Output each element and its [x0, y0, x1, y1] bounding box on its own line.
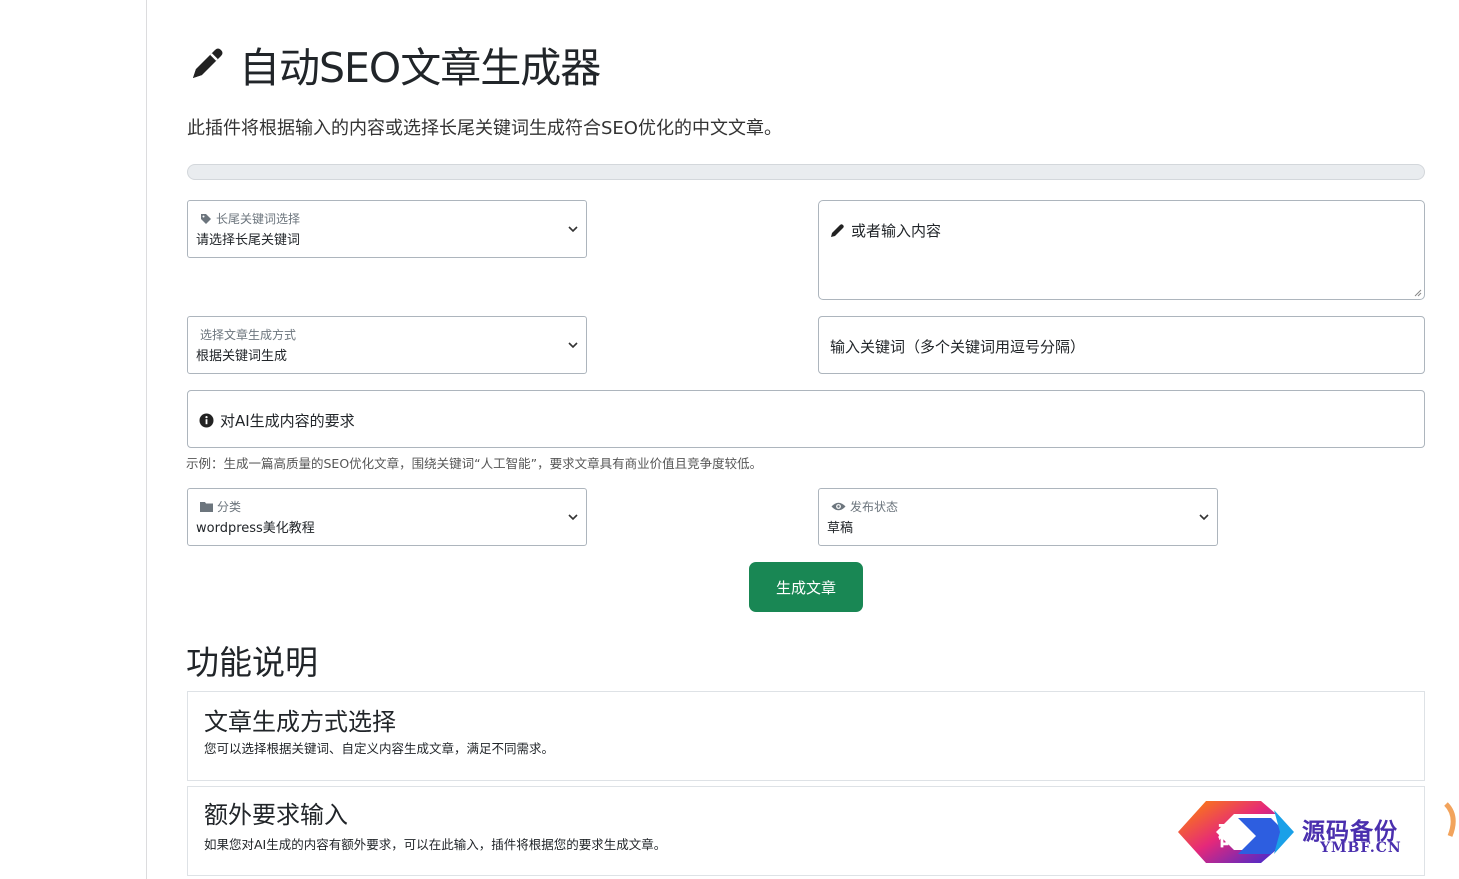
generation-method-value: 根据关键词生成	[196, 349, 288, 364]
plugin-description: 此插件将根据输入的内容或选择长尾关键词生成符合SEO优化的中文文章。	[187, 118, 782, 139]
folder-icon	[200, 502, 213, 512]
ai-requirements-input[interactable]: 对AI生成内容的要求	[187, 390, 1425, 448]
info-circle-icon	[199, 413, 214, 428]
publish-status-label: 发布状态	[850, 500, 899, 514]
generation-method-label: 选择文章生成方式	[200, 328, 297, 342]
ai-requirements-placeholder-wrap: 对AI生成内容的要求	[199, 410, 355, 431]
chevron-down-icon	[1199, 514, 1209, 521]
keywords-placeholder: 输入关键词（多个关键词用逗号分隔）	[830, 338, 1086, 356]
resize-handle-icon[interactable]	[1414, 289, 1422, 297]
eye-icon	[831, 502, 846, 511]
page-title: 自动SEO文章生成器	[187, 34, 601, 94]
keywords-input[interactable]: 输入关键词（多个关键词用逗号分隔）	[818, 316, 1425, 374]
content-textarea[interactable]: 或者输入内容	[818, 200, 1425, 300]
chevron-down-icon	[568, 342, 578, 349]
feature-card-title: 额外要求输入	[204, 801, 348, 829]
feature-card-text: 您可以选择根据关键词、自定义内容生成文章，满足不同需求。	[204, 741, 555, 756]
content-placeholder-wrap: 或者输入内容	[830, 220, 941, 241]
longtail-keyword-label-wrap: 长尾关键词选择	[200, 210, 300, 227]
publish-status-value: 草稿	[827, 521, 854, 536]
category-value: wordpress美化教程	[196, 521, 315, 536]
watermark-en: YMBF.CN	[1320, 840, 1402, 856]
longtail-keyword-label: 长尾关键词选择	[216, 212, 301, 226]
chevron-down-icon	[568, 514, 578, 521]
features-title: 功能说明	[186, 643, 318, 682]
publish-status-label-wrap: 发布状态	[831, 498, 898, 515]
publish-status-select[interactable]: 发布状态 草稿	[818, 488, 1218, 546]
pencil-icon	[831, 224, 844, 237]
category-select[interactable]: 分类 wordpress美化教程	[187, 488, 587, 546]
admin-sidebar-edge	[146, 0, 147, 879]
chevron-down-icon	[568, 226, 578, 233]
page-title-text: 自动SEO文章生成器	[239, 44, 601, 92]
watermark-char: 码	[1218, 822, 1245, 853]
longtail-keyword-select[interactable]: 长尾关键词选择 请选择长尾关键词	[187, 200, 587, 258]
category-label-wrap: 分类	[200, 498, 241, 515]
category-label: 分类	[217, 500, 242, 514]
feature-card: 文章生成方式选择 您可以选择根据关键词、自定义内容生成文章，满足不同需求。	[187, 691, 1425, 781]
longtail-keyword-value: 请选择长尾关键词	[196, 233, 301, 248]
ai-requirements-placeholder: 对AI生成内容的要求	[220, 412, 355, 430]
feature-card-text: 如果您对AI生成的内容有额外要求，可以在此输入，插件将根据您的要求生成文章。	[204, 837, 667, 852]
generation-method-select[interactable]: 选择文章生成方式 根据关键词生成	[187, 316, 587, 374]
generate-article-button[interactable]: 生成文章	[749, 562, 863, 612]
progress-bar	[187, 164, 1425, 180]
feature-card-title: 文章生成方式选择	[204, 708, 396, 736]
ai-requirements-help: 示例：生成一篇高质量的SEO优化文章，围绕关键词“人工智能”，要求文章具有商业价…	[186, 456, 763, 471]
content-placeholder: 或者输入内容	[851, 222, 942, 240]
pencil-icon	[193, 48, 223, 78]
tag-icon	[201, 213, 211, 224]
